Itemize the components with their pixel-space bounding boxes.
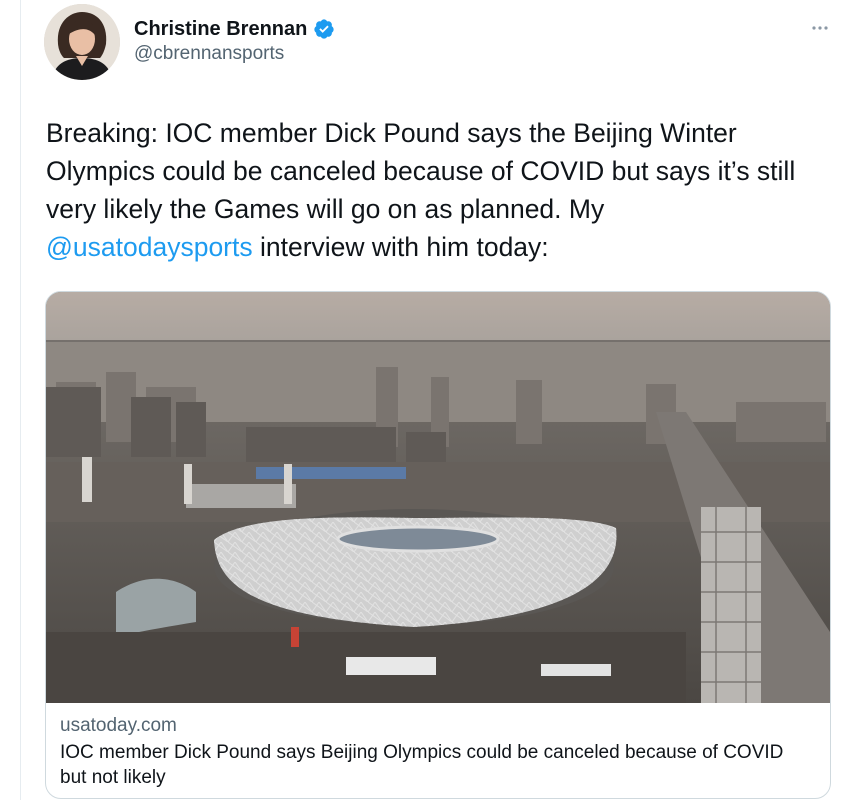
link-preview-card[interactable]: usatoday.com IOC member Dick Pound says … bbox=[45, 291, 831, 799]
more-options-icon[interactable] bbox=[806, 18, 834, 38]
timeline-divider bbox=[20, 0, 21, 800]
verified-badge-icon bbox=[313, 18, 335, 40]
card-image[interactable] bbox=[46, 292, 830, 703]
author-name-row[interactable]: Christine Brennan bbox=[134, 16, 335, 42]
card-domain: usatoday.com bbox=[60, 715, 177, 736]
tweet-text-body: Breaking: IOC member Dick Pound says the… bbox=[46, 118, 796, 224]
tweet-text-tail: interview with him today: bbox=[252, 232, 549, 262]
author-handle[interactable]: @cbrennansports bbox=[134, 43, 284, 65]
author-avatar[interactable] bbox=[44, 4, 120, 80]
card-title[interactable]: IOC member Dick Pound says Beijing Olymp… bbox=[60, 740, 810, 790]
tweet-text: Breaking: IOC member Dick Pound says the… bbox=[46, 114, 826, 266]
author-display-name[interactable]: Christine Brennan bbox=[134, 18, 307, 41]
mention-link[interactable]: @usatodaysports bbox=[46, 232, 253, 262]
